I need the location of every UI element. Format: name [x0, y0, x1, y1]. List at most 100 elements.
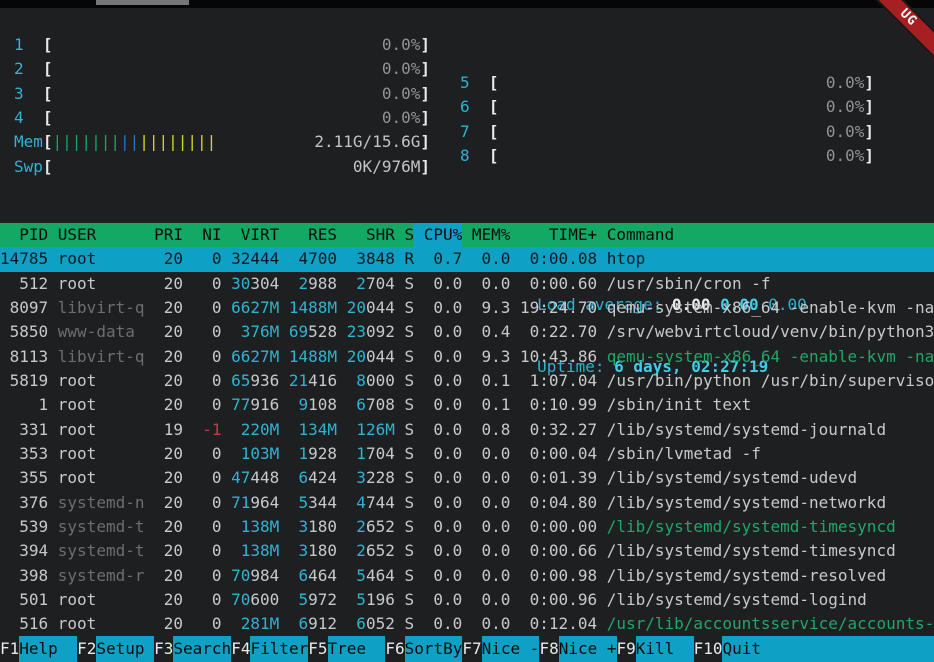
value-kb-part: 528: [308, 320, 337, 344]
column-header-pid[interactable]: PID: [0, 223, 48, 247]
value-kb-part: 988: [308, 272, 337, 296]
column-header-mem[interactable]: MEM%: [462, 223, 510, 247]
meter-open-bracket: [: [43, 82, 53, 106]
value-kb-part: 704: [366, 442, 395, 466]
value-kb-part: 936: [250, 369, 279, 393]
column-header-shr[interactable]: SHR: [337, 223, 395, 247]
cell-res: 2988: [279, 272, 337, 296]
meter-label: 5: [460, 71, 489, 95]
value-kb-part: 4700: [299, 247, 338, 271]
cell-pri: 20: [144, 296, 183, 320]
meter-label: Mem: [14, 130, 43, 154]
fkey-nice-[interactable]: F7Nice -: [462, 636, 539, 662]
meter-body: |||||||||||||||||2.11G/15.6G: [53, 130, 421, 154]
cell-time: 0:01.39: [510, 466, 597, 490]
cell-res: 1928: [279, 442, 337, 466]
fkey-filter[interactable]: F4Filter: [231, 636, 308, 662]
process-row[interactable]: 376systemd-n2007196453444744S0.00.00:04.…: [0, 491, 934, 515]
process-row[interactable]: 516root200281M69126052S0.00.00:12.04/usr…: [0, 612, 934, 636]
cell-time: 0:00.96: [510, 588, 597, 612]
fkey-search[interactable]: F3Search: [154, 636, 231, 662]
process-row[interactable]: 14785root2003244447003848R0.70.00:00.08h…: [0, 247, 934, 271]
column-header-res[interactable]: RES: [279, 223, 337, 247]
cell-res: 3180: [279, 539, 337, 563]
value-mb-part: 1: [356, 442, 366, 466]
value-kb-part: 196: [366, 588, 395, 612]
meter-close-bracket: ]: [420, 33, 430, 57]
value-mb-part: 126M: [356, 418, 395, 442]
meter-value: 0.0%: [826, 144, 865, 168]
column-header-virt[interactable]: VIRT: [222, 223, 280, 247]
cell-mem: 0.0: [462, 247, 510, 271]
function-key-bar: F1HelpF2SetupF3SearchF4FilterF5TreeF6Sor…: [0, 636, 934, 662]
table-header-row: PIDUSERPRINIVIRTRESSHRSCPU%MEM%TIME+Comm…: [0, 223, 934, 247]
cell-mem: 0.0: [462, 564, 510, 588]
value-mb-part: 103M: [241, 442, 280, 466]
fkey-tree[interactable]: F5Tree: [308, 636, 385, 662]
cell-virt: 281M: [222, 612, 280, 636]
cell-user: root: [48, 393, 144, 417]
process-row[interactable]: 512root2003030429882704S0.00.00:00.60/us…: [0, 272, 934, 296]
cell-time: 0:10.99: [510, 393, 597, 417]
meter-label: 3: [14, 82, 43, 106]
cell-ni: 0: [183, 539, 222, 563]
value-mb-part: 65: [231, 369, 250, 393]
column-header-ni[interactable]: NI: [183, 223, 222, 247]
process-row[interactable]: 8097libvirt-q2006627M1488M20044S0.09.319…: [0, 296, 934, 320]
meter-label: 4: [14, 106, 43, 130]
column-header-cmd[interactable]: Command: [597, 223, 934, 247]
meter-close-bracket: ]: [420, 57, 430, 81]
cell-ni: 0: [183, 320, 222, 344]
cell-cmd: /srv/webvirtcloud/venv/bin/python3: [597, 320, 934, 344]
fkey-label: Quit: [722, 636, 934, 662]
process-row[interactable]: 398systemd-r2007098464645464S0.00.00:00.…: [0, 564, 934, 588]
fkey-nice-[interactable]: F8Nice +: [539, 636, 616, 662]
value-mb-part: 4: [356, 491, 366, 515]
fkey-help[interactable]: F1Help: [0, 636, 77, 662]
cell-s: S: [395, 418, 414, 442]
cell-pid: 8097: [0, 296, 48, 320]
value-kb-part: 448: [250, 466, 279, 490]
fkey-sortby[interactable]: F6SortBy: [385, 636, 462, 662]
cell-virt: 103M: [222, 442, 280, 466]
fkey-quit[interactable]: F10Quit: [694, 636, 934, 662]
fkey-setup[interactable]: F2Setup: [77, 636, 154, 662]
process-row[interactable]: 5850www-data200376M6952823092S0.00.40:22…: [0, 320, 934, 344]
titlebar-strip: [0, 0, 934, 8]
process-row[interactable]: 539systemd-t200138M31802652S0.00.00:00.0…: [0, 515, 934, 539]
fkey-kill[interactable]: F9Kill: [617, 636, 694, 662]
process-row[interactable]: 394systemd-t200138M31802652S0.00.00:00.6…: [0, 539, 934, 563]
cell-pid: 376: [0, 491, 48, 515]
cell-s: S: [395, 393, 414, 417]
process-row[interactable]: 1root2007791691086708S0.00.10:10.99/sbin…: [0, 393, 934, 417]
column-header-time[interactable]: TIME+: [510, 223, 597, 247]
process-row[interactable]: 331root19-1220M134M126MS0.00.80:32.27/li…: [0, 418, 934, 442]
cell-pri: 20: [144, 272, 183, 296]
value-mb-part: 21: [289, 369, 308, 393]
cell-user: systemd-r: [48, 564, 144, 588]
cell-mem: 0.0: [462, 466, 510, 490]
yellow-bar-ticks: ||||||||: [139, 132, 216, 151]
meter-value: 2.11G/15.6G: [314, 130, 420, 154]
column-header-user[interactable]: USER: [48, 223, 144, 247]
column-header-s[interactable]: S: [395, 223, 414, 247]
process-row[interactable]: 355root2004744864243228S0.00.00:01.39/li…: [0, 466, 934, 490]
process-row[interactable]: 501root2007060059725196S0.00.00:00.96/li…: [0, 588, 934, 612]
column-header-cpu[interactable]: CPU%: [414, 223, 462, 247]
process-row[interactable]: 5819root20065936214168000S0.00.11:07.04/…: [0, 369, 934, 393]
cpu-meter-2: 2[0.0%]: [14, 57, 430, 81]
value-kb-part: 052: [366, 612, 395, 636]
value-kb-part: 744: [366, 491, 395, 515]
value-mb-part: 6627M: [231, 345, 279, 369]
debug-ribbon: UG: [870, 0, 934, 64]
column-header-pri[interactable]: PRI: [144, 223, 183, 247]
value-mb-part: 1: [299, 442, 309, 466]
process-row[interactable]: 353root200103M19281704S0.00.00:00.04/sbi…: [0, 442, 934, 466]
cell-virt: 138M: [222, 539, 280, 563]
value-kb-part: 652: [366, 515, 395, 539]
process-row[interactable]: 8113libvirt-q2006627M1488M20044S0.09.310…: [0, 345, 934, 369]
value-mb-part: 6627M: [231, 296, 279, 320]
fkey-number: F4: [231, 636, 250, 662]
cell-pid: 516: [0, 612, 48, 636]
titlebar-tab[interactable]: [96, 0, 189, 5]
